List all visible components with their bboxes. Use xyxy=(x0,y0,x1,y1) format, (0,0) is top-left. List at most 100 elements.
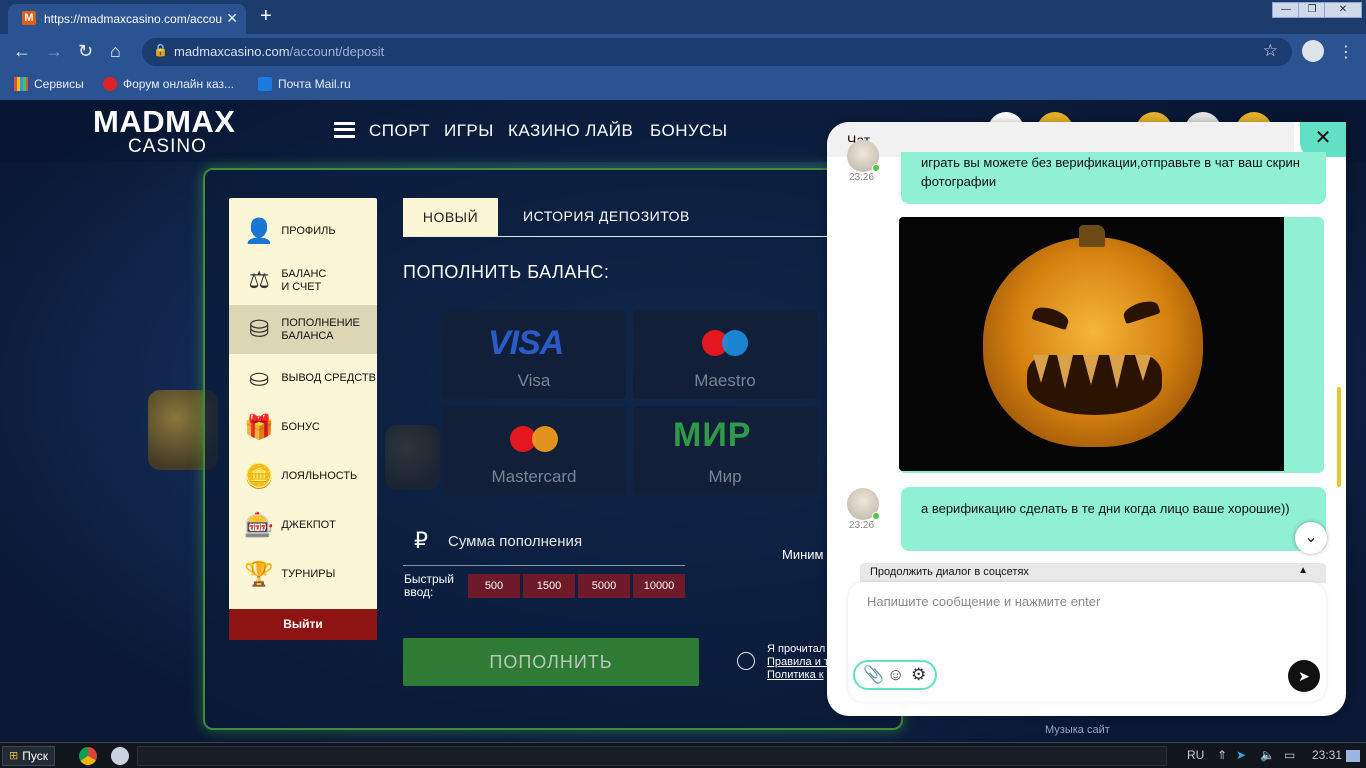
online-dot xyxy=(872,512,880,520)
online-dot xyxy=(872,164,880,172)
nav-sport[interactable]: СПОРТ xyxy=(369,121,430,141)
logo-madmax[interactable]: MADMAX xyxy=(93,104,236,140)
sidebar-item-withdraw[interactable]: ⛀ ВЫВОД СРЕДСТВ xyxy=(229,354,377,403)
url-path: /account/deposit xyxy=(289,44,385,59)
hamburger-menu-icon[interactable] xyxy=(334,122,355,138)
volume-icon[interactable]: 🔈 xyxy=(1260,748,1275,762)
tray-arrows-icon[interactable]: ⇑ xyxy=(1217,748,1227,762)
person-icon: 👤 xyxy=(244,218,275,245)
terms-text: Я прочитал Правила и т Политика к xyxy=(767,643,827,682)
chat-widget: Чат ✕ 23:26 играть вы можете без верифик… xyxy=(827,122,1346,716)
ruble-icon: ₽ xyxy=(414,528,428,553)
account-sidebar: 👤 ПРОФИЛЬ ⚖ БАЛАНС И СЧЕТ ⛁ ПОПОЛНЕНИЕ Б… xyxy=(229,198,377,640)
rules-link[interactable]: Правила и т xyxy=(767,656,827,669)
sidebar-item-loyalty[interactable]: 🪙 ЛОЯЛЬНОСТЬ xyxy=(229,452,377,501)
payment-maestro[interactable]: Maestro xyxy=(633,310,817,399)
fast-amount-500[interactable]: 500 xyxy=(468,574,520,598)
language-indicator[interactable]: RU xyxy=(1187,748,1204,762)
fast-amount-10000[interactable]: 10000 xyxy=(633,574,685,598)
nav-live-casino[interactable]: КАЗИНО ЛАЙВ xyxy=(508,121,633,141)
tab-title: https://madmaxcasino.com/accou xyxy=(44,12,223,26)
bookmark-mail[interactable]: Почта Mail.ru xyxy=(258,77,351,91)
terms-radio[interactable] xyxy=(737,652,755,670)
bookmark-star-icon[interactable]: ☆ xyxy=(1263,41,1278,61)
lock-icon: 🔒 xyxy=(153,43,168,57)
windows-logo-icon: ⊞ xyxy=(9,750,19,762)
browser-tabbar: M https://madmaxcasino.com/accou ✕ + — ❐… xyxy=(0,0,1366,34)
fast-amount-1500[interactable]: 1500 xyxy=(523,574,575,598)
taskbar-tasks xyxy=(137,746,1167,766)
payment-mastercard[interactable]: Mastercard xyxy=(442,406,626,495)
nav-games[interactable]: ИГРЫ xyxy=(444,121,494,141)
reload-icon[interactable]: ↻ xyxy=(78,41,93,62)
browser-menu-icon[interactable]: ⋮ xyxy=(1338,42,1354,62)
forward-icon[interactable]: → xyxy=(45,41,63,62)
chat-input[interactable]: Напишите сообщение и нажмите enter 📎 ☺ ⚙… xyxy=(848,582,1326,702)
send-button[interactable]: ➤ xyxy=(1288,660,1320,692)
coin-hand-icon: 🪙 xyxy=(244,463,275,490)
tab-new[interactable]: НОВЫЙ xyxy=(403,198,498,236)
minimize-icon[interactable]: — xyxy=(1272,2,1300,18)
chrome-icon[interactable] xyxy=(79,747,97,765)
nav-bonuses[interactable]: БОНУСЫ xyxy=(650,121,728,141)
tabs-divider xyxy=(403,236,828,237)
home-icon[interactable]: ⌂ xyxy=(110,41,121,62)
tab-deposit-history[interactable]: ИСТОРИЯ ДЕПОЗИТОВ xyxy=(523,208,690,224)
coins-down-icon: ⛀ xyxy=(249,365,270,392)
logout-button[interactable]: Выйти xyxy=(229,609,377,640)
chat-input-placeholder: Напишите сообщение и нажмите enter xyxy=(867,594,1101,609)
sidebar-item-profile[interactable]: 👤 ПРОФИЛЬ xyxy=(229,207,377,256)
network-icon[interactable]: ▭ xyxy=(1284,748,1295,762)
coins-up-icon: ⛁ xyxy=(249,316,270,343)
sidebar-item-bonus[interactable]: 🎁 БОНУС xyxy=(229,403,377,452)
bookmark-forum[interactable]: Форум онлайн каз... xyxy=(103,77,234,91)
tab-close-icon[interactable]: ✕ xyxy=(226,10,238,27)
os-taskbar: ⊞ Пуск RU ⇑ ➤ 🔈 ▭ 23:31 xyxy=(0,742,1366,768)
topup-button[interactable]: ПОПОЛНИТЬ xyxy=(403,638,699,686)
mail-icon xyxy=(258,77,272,91)
show-desktop-icon[interactable] xyxy=(1346,750,1360,762)
scroll-down-icon[interactable]: ⌄ xyxy=(1295,522,1327,554)
poker-chip-icon xyxy=(103,77,117,91)
sidebar-item-jackpot[interactable]: 🎰 ДЖЕКПОТ xyxy=(229,501,377,550)
logo-casino[interactable]: CASINO xyxy=(128,136,207,158)
message-time: 23:26 xyxy=(849,520,875,531)
mir-logo: МИР xyxy=(673,416,752,454)
taskbar-app-icon[interactable] xyxy=(111,747,129,765)
sidebar-item-balance[interactable]: ⚖ БАЛАНС И СЧЕТ xyxy=(229,256,377,305)
gift-icon: 🎁 xyxy=(244,414,275,441)
sidebar-item-deposit[interactable]: ⛁ ПОПОЛНЕНИЕ БАЛАНСА xyxy=(229,305,377,354)
chat-image-message[interactable] xyxy=(899,217,1324,473)
slot-icon: 🎰 xyxy=(244,512,275,539)
continue-in-social-bar[interactable]: Продолжить диалог в соцсетях ▲ xyxy=(860,563,1326,583)
payment-visa[interactable]: VISA Visa xyxy=(442,310,626,399)
browser-tab[interactable]: M https://madmaxcasino.com/accou ✕ xyxy=(8,4,246,34)
start-button[interactable]: ⊞ Пуск xyxy=(2,746,55,766)
chat-message: а верификацию сделать в те дни когда лиц… xyxy=(901,487,1326,551)
restore-icon[interactable]: ❐ xyxy=(1298,2,1326,18)
window-close-icon[interactable]: ✕ xyxy=(1324,2,1362,18)
profile-avatar[interactable] xyxy=(1302,40,1324,62)
back-icon[interactable]: ← xyxy=(13,41,31,62)
payment-mir[interactable]: МИР Мир xyxy=(633,406,817,495)
pumpkin-image xyxy=(983,237,1203,447)
policy-link[interactable]: Политика к xyxy=(767,669,827,682)
message-time: 23:26 xyxy=(849,172,875,183)
clock: 23:31 xyxy=(1312,748,1343,762)
fast-amount-5000[interactable]: 5000 xyxy=(578,574,630,598)
sidebar-item-tournaments[interactable]: 🏆 ТУРНИРЫ xyxy=(229,550,377,599)
minimum-label: Миним xyxy=(782,547,824,562)
emoji-icon[interactable]: ☺ xyxy=(887,665,904,685)
chat-scrollbar[interactable] xyxy=(1337,387,1341,487)
new-tab-icon[interactable]: + xyxy=(260,5,272,28)
site-favicon-icon: M xyxy=(22,11,36,25)
amount-input[interactable]: Сумма пополнения xyxy=(448,533,582,550)
address-bar[interactable]: 🔒 madmaxcasino.com/account/deposit ☆ xyxy=(142,38,1292,66)
operator-avatar xyxy=(847,140,880,172)
telegram-icon[interactable]: ➤ xyxy=(1236,748,1246,762)
attach-icon[interactable]: 📎 xyxy=(863,665,884,685)
visa-logo: VISA xyxy=(488,324,564,362)
bookmark-services[interactable]: Сервисы xyxy=(14,77,84,91)
gear-icon[interactable]: ⚙ xyxy=(911,665,926,685)
caret-up-icon: ▲ xyxy=(1298,565,1308,576)
